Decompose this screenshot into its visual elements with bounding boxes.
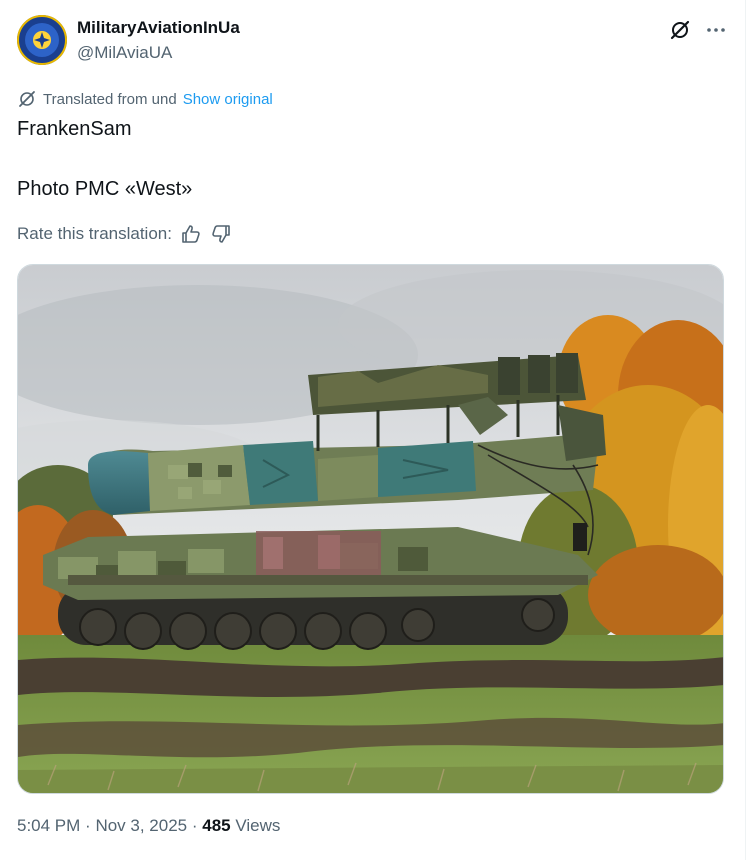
avatar[interactable]	[17, 15, 67, 65]
post-meta: 5:04 PM · Nov 3, 2025 · 485 Views	[17, 816, 280, 836]
post-date[interactable]: Nov 3, 2025	[95, 816, 187, 835]
post-photo[interactable]	[17, 264, 724, 794]
rate-translation: Rate this translation:	[17, 222, 232, 246]
grok-icon[interactable]	[668, 18, 692, 42]
author-handle[interactable]: @MilAviaUA	[77, 43, 172, 63]
post-time[interactable]: 5:04 PM	[17, 816, 80, 835]
rate-translation-label: Rate this translation:	[17, 224, 172, 243]
meta-separator: ·	[85, 816, 96, 835]
post-text: FrankenSam Photo PMC «West»	[17, 117, 192, 201]
translation-notice: Translated from und Show original	[17, 88, 273, 110]
timeline-border	[745, 0, 746, 860]
show-original-link[interactable]: Show original	[183, 91, 273, 108]
translated-from-label: Translated from und	[43, 90, 177, 108]
post-line-2: Photo PMC «West»	[17, 178, 193, 200]
views-label: Views	[235, 816, 281, 835]
views-count: 485	[202, 816, 231, 835]
meta-separator: ·	[191, 816, 203, 835]
post-header: MilitaryAviationInUa @MilAviaUA	[17, 15, 728, 67]
more-options-icon[interactable]	[704, 18, 728, 42]
author-display-name[interactable]: MilitaryAviationInUa	[77, 18, 240, 38]
thumbs-up-icon[interactable]	[180, 223, 202, 245]
translate-icon	[17, 89, 37, 109]
post-line-1: FrankenSam	[17, 118, 132, 140]
thumbs-down-icon[interactable]	[210, 223, 232, 245]
